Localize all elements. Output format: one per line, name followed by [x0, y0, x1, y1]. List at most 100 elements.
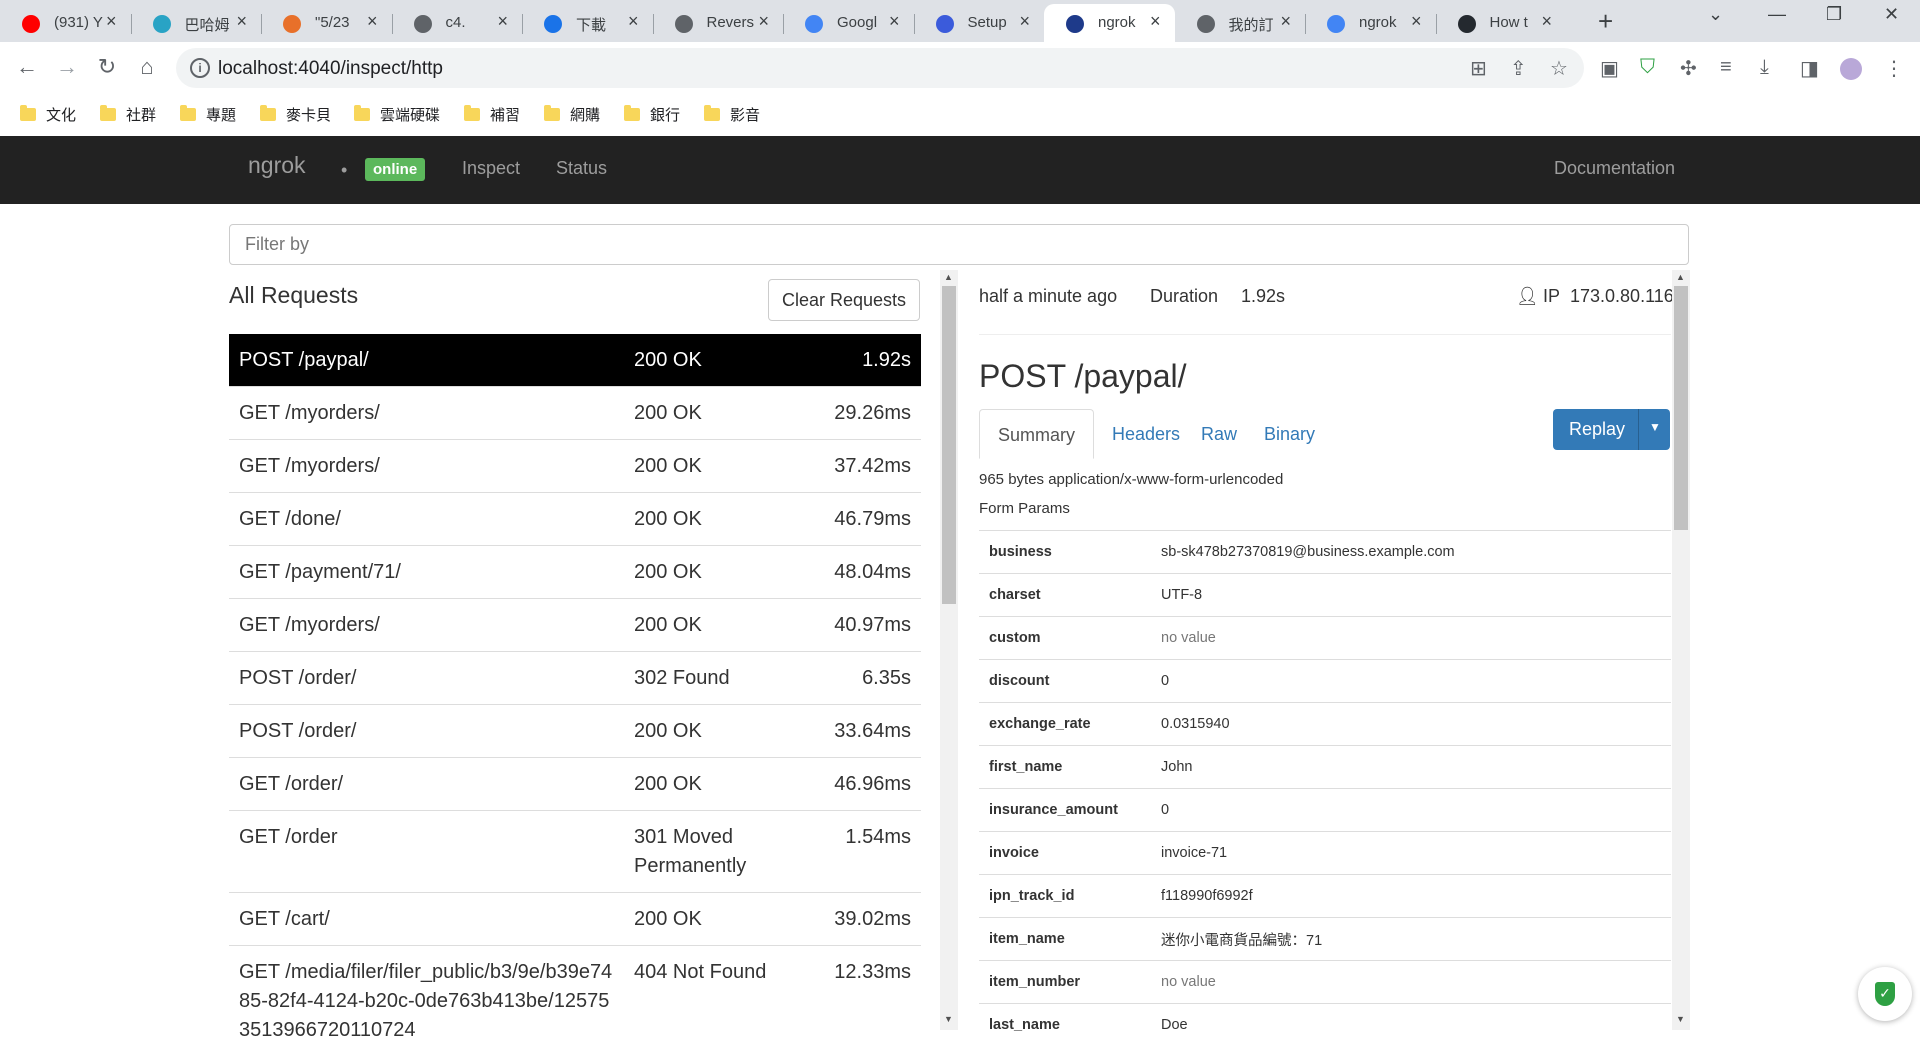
shield-check-icon: ✓ — [1875, 982, 1895, 1006]
browser-tab[interactable]: ngrok× — [1044, 4, 1175, 42]
home-icon[interactable]: ⌂ — [132, 54, 162, 80]
browser-tab[interactable]: Setup× — [914, 4, 1045, 42]
param-value: no value — [1151, 617, 1671, 660]
bookmark-star-icon[interactable]: ☆ — [1550, 56, 1568, 81]
replay-dropdown-caret-icon[interactable]: ▼ — [1649, 420, 1661, 434]
requests-scrollbar[interactable]: ▲ ▼ — [940, 270, 958, 1030]
security-badge[interactable]: ✓ — [1858, 967, 1912, 1021]
cast-icon[interactable]: ▣ — [1600, 56, 1619, 81]
back-icon[interactable]: ← — [12, 54, 42, 80]
close-window-button[interactable]: ✕ — [1884, 4, 1899, 25]
request-row[interactable]: GET /order/200 OK46.96ms — [229, 758, 921, 811]
browser-tab[interactable]: 巴哈姆× — [131, 4, 262, 42]
tab-close-icon[interactable]: × — [1411, 11, 1422, 32]
tab-close-icon[interactable]: × — [367, 11, 378, 32]
bookmark-folder[interactable]: 影音 — [704, 104, 760, 125]
tab-summary[interactable]: Summary — [979, 409, 1094, 459]
browser-tab[interactable]: 下載× — [522, 4, 653, 42]
nav-status[interactable]: Status — [556, 158, 607, 179]
tab-close-icon[interactable]: × — [497, 11, 508, 32]
extensions-icon[interactable]: ✣ — [1680, 56, 1697, 81]
scroll-up-icon[interactable]: ▲ — [944, 272, 953, 282]
ip-label: IP — [1543, 286, 1560, 307]
request-path: GET /order/ — [229, 758, 624, 811]
request-row[interactable]: GET /myorders/200 OK40.97ms — [229, 599, 921, 652]
site-info-icon[interactable]: i — [190, 58, 210, 78]
bookmark-label: 網購 — [570, 104, 600, 125]
detail-scroll-thumb[interactable] — [1674, 286, 1688, 530]
browser-tab[interactable]: How t× — [1436, 4, 1567, 42]
filter-input[interactable] — [229, 224, 1689, 265]
browser-tab[interactable]: "5/23× — [261, 4, 392, 42]
url-text[interactable]: localhost:4040/inspect/http — [218, 58, 443, 80]
bookmark-folder[interactable]: 專題 — [180, 104, 236, 125]
bookmark-folder[interactable]: 麥卡貝 — [260, 104, 331, 125]
param-value: f118990f6992f — [1151, 875, 1671, 918]
reload-icon[interactable]: ↻ — [92, 54, 122, 80]
tab-close-icon[interactable]: × — [106, 11, 117, 32]
maximize-button[interactable]: ❐ — [1826, 4, 1842, 25]
param-value: 0 — [1151, 660, 1671, 703]
tab-close-icon[interactable]: × — [758, 11, 769, 32]
new-tab-button[interactable]: + — [1598, 6, 1613, 37]
param-key: invoice — [979, 832, 1151, 875]
translate-icon[interactable]: ⊞ — [1470, 56, 1487, 81]
detail-scrollbar[interactable]: ▲ ▼ — [1672, 270, 1690, 1030]
bookmark-folder[interactable]: 雲端硬碟 — [354, 104, 440, 125]
tab-close-icon[interactable]: × — [1280, 11, 1291, 32]
nav-documentation[interactable]: Documentation — [1554, 158, 1675, 179]
downloads-icon[interactable]: ⤓ — [1760, 56, 1769, 79]
share-icon[interactable]: ⇪ — [1510, 56, 1527, 81]
requests-scroll-thumb[interactable] — [942, 286, 956, 604]
request-row[interactable]: GET /media/filer/filer_public/b3/9e/b39e… — [229, 946, 921, 1056]
browser-tab[interactable]: Revers× — [653, 4, 784, 42]
folder-icon — [180, 108, 196, 121]
request-row[interactable]: GET /payment/71/200 OK48.04ms — [229, 546, 921, 599]
side-panel-icon[interactable]: ◨ — [1800, 56, 1819, 81]
bookmark-folder[interactable]: 銀行 — [624, 104, 680, 125]
bookmark-folder[interactable]: 社群 — [100, 104, 156, 125]
tab-binary[interactable]: Binary — [1246, 409, 1333, 459]
tab-close-icon[interactable]: × — [889, 11, 900, 32]
bookmark-folder[interactable]: 補習 — [464, 104, 520, 125]
minimize-button[interactable]: — — [1768, 4, 1786, 25]
scroll-down-icon[interactable]: ▼ — [1676, 1014, 1685, 1024]
clear-requests-button[interactable]: Clear Requests — [768, 279, 920, 321]
browser-tab[interactable]: (931) Y× — [0, 4, 131, 42]
tab-close-icon[interactable]: × — [1019, 11, 1030, 32]
request-row[interactable]: GET /done/200 OK46.79ms — [229, 493, 921, 546]
nav-inspect[interactable]: Inspect — [462, 158, 520, 179]
request-row[interactable]: POST /paypal/200 OK1.92s — [229, 334, 921, 387]
browser-tab[interactable]: Googl× — [783, 4, 914, 42]
security-extension-icon[interactable]: ⛉ — [1640, 56, 1655, 79]
bookmark-folder[interactable]: 文化 — [20, 104, 76, 125]
browser-tab[interactable]: ngrok× — [1305, 4, 1436, 42]
tab-close-icon[interactable]: × — [236, 11, 247, 32]
tab-search-icon[interactable]: ⌄ — [1708, 4, 1723, 25]
browser-tab[interactable]: c4.× — [392, 4, 523, 42]
param-key: custom — [979, 617, 1151, 660]
bookmark-folder[interactable]: 網購 — [544, 104, 600, 125]
request-row[interactable]: POST /order/200 OK33.64ms — [229, 705, 921, 758]
request-row[interactable]: GET /myorders/200 OK37.42ms — [229, 440, 921, 493]
address-bar[interactable]: i localhost:4040/inspect/http ⊞ ⇪ ☆ — [176, 48, 1584, 88]
scroll-up-icon[interactable]: ▲ — [1676, 272, 1685, 282]
request-status: 200 OK — [624, 493, 784, 546]
browser-tab[interactable]: 我的訂× — [1175, 4, 1306, 42]
replay-button[interactable]: Replay ▼ — [1553, 409, 1670, 450]
tab-close-icon[interactable]: × — [1541, 11, 1552, 32]
request-duration: 46.96ms — [784, 758, 921, 811]
profile-avatar[interactable] — [1840, 58, 1862, 80]
scroll-down-icon[interactable]: ▼ — [944, 1014, 953, 1024]
forward-icon[interactable]: → — [52, 54, 82, 80]
tab-raw[interactable]: Raw — [1183, 409, 1255, 459]
request-row[interactable]: GET /order301 Moved Permanently1.54ms — [229, 811, 921, 893]
tab-close-icon[interactable]: × — [1150, 11, 1161, 32]
request-row[interactable]: GET /cart/200 OK39.02ms — [229, 893, 921, 946]
tab-close-icon[interactable]: × — [628, 11, 639, 32]
request-row[interactable]: GET /myorders/200 OK29.26ms — [229, 387, 921, 440]
menu-kebab-icon[interactable]: ⋮ — [1884, 56, 1904, 81]
request-row[interactable]: POST /order/302 Found6.35s — [229, 652, 921, 705]
media-control-icon[interactable]: ≡ — [1720, 56, 1732, 79]
brand-logo[interactable]: ngrok — [248, 152, 306, 179]
